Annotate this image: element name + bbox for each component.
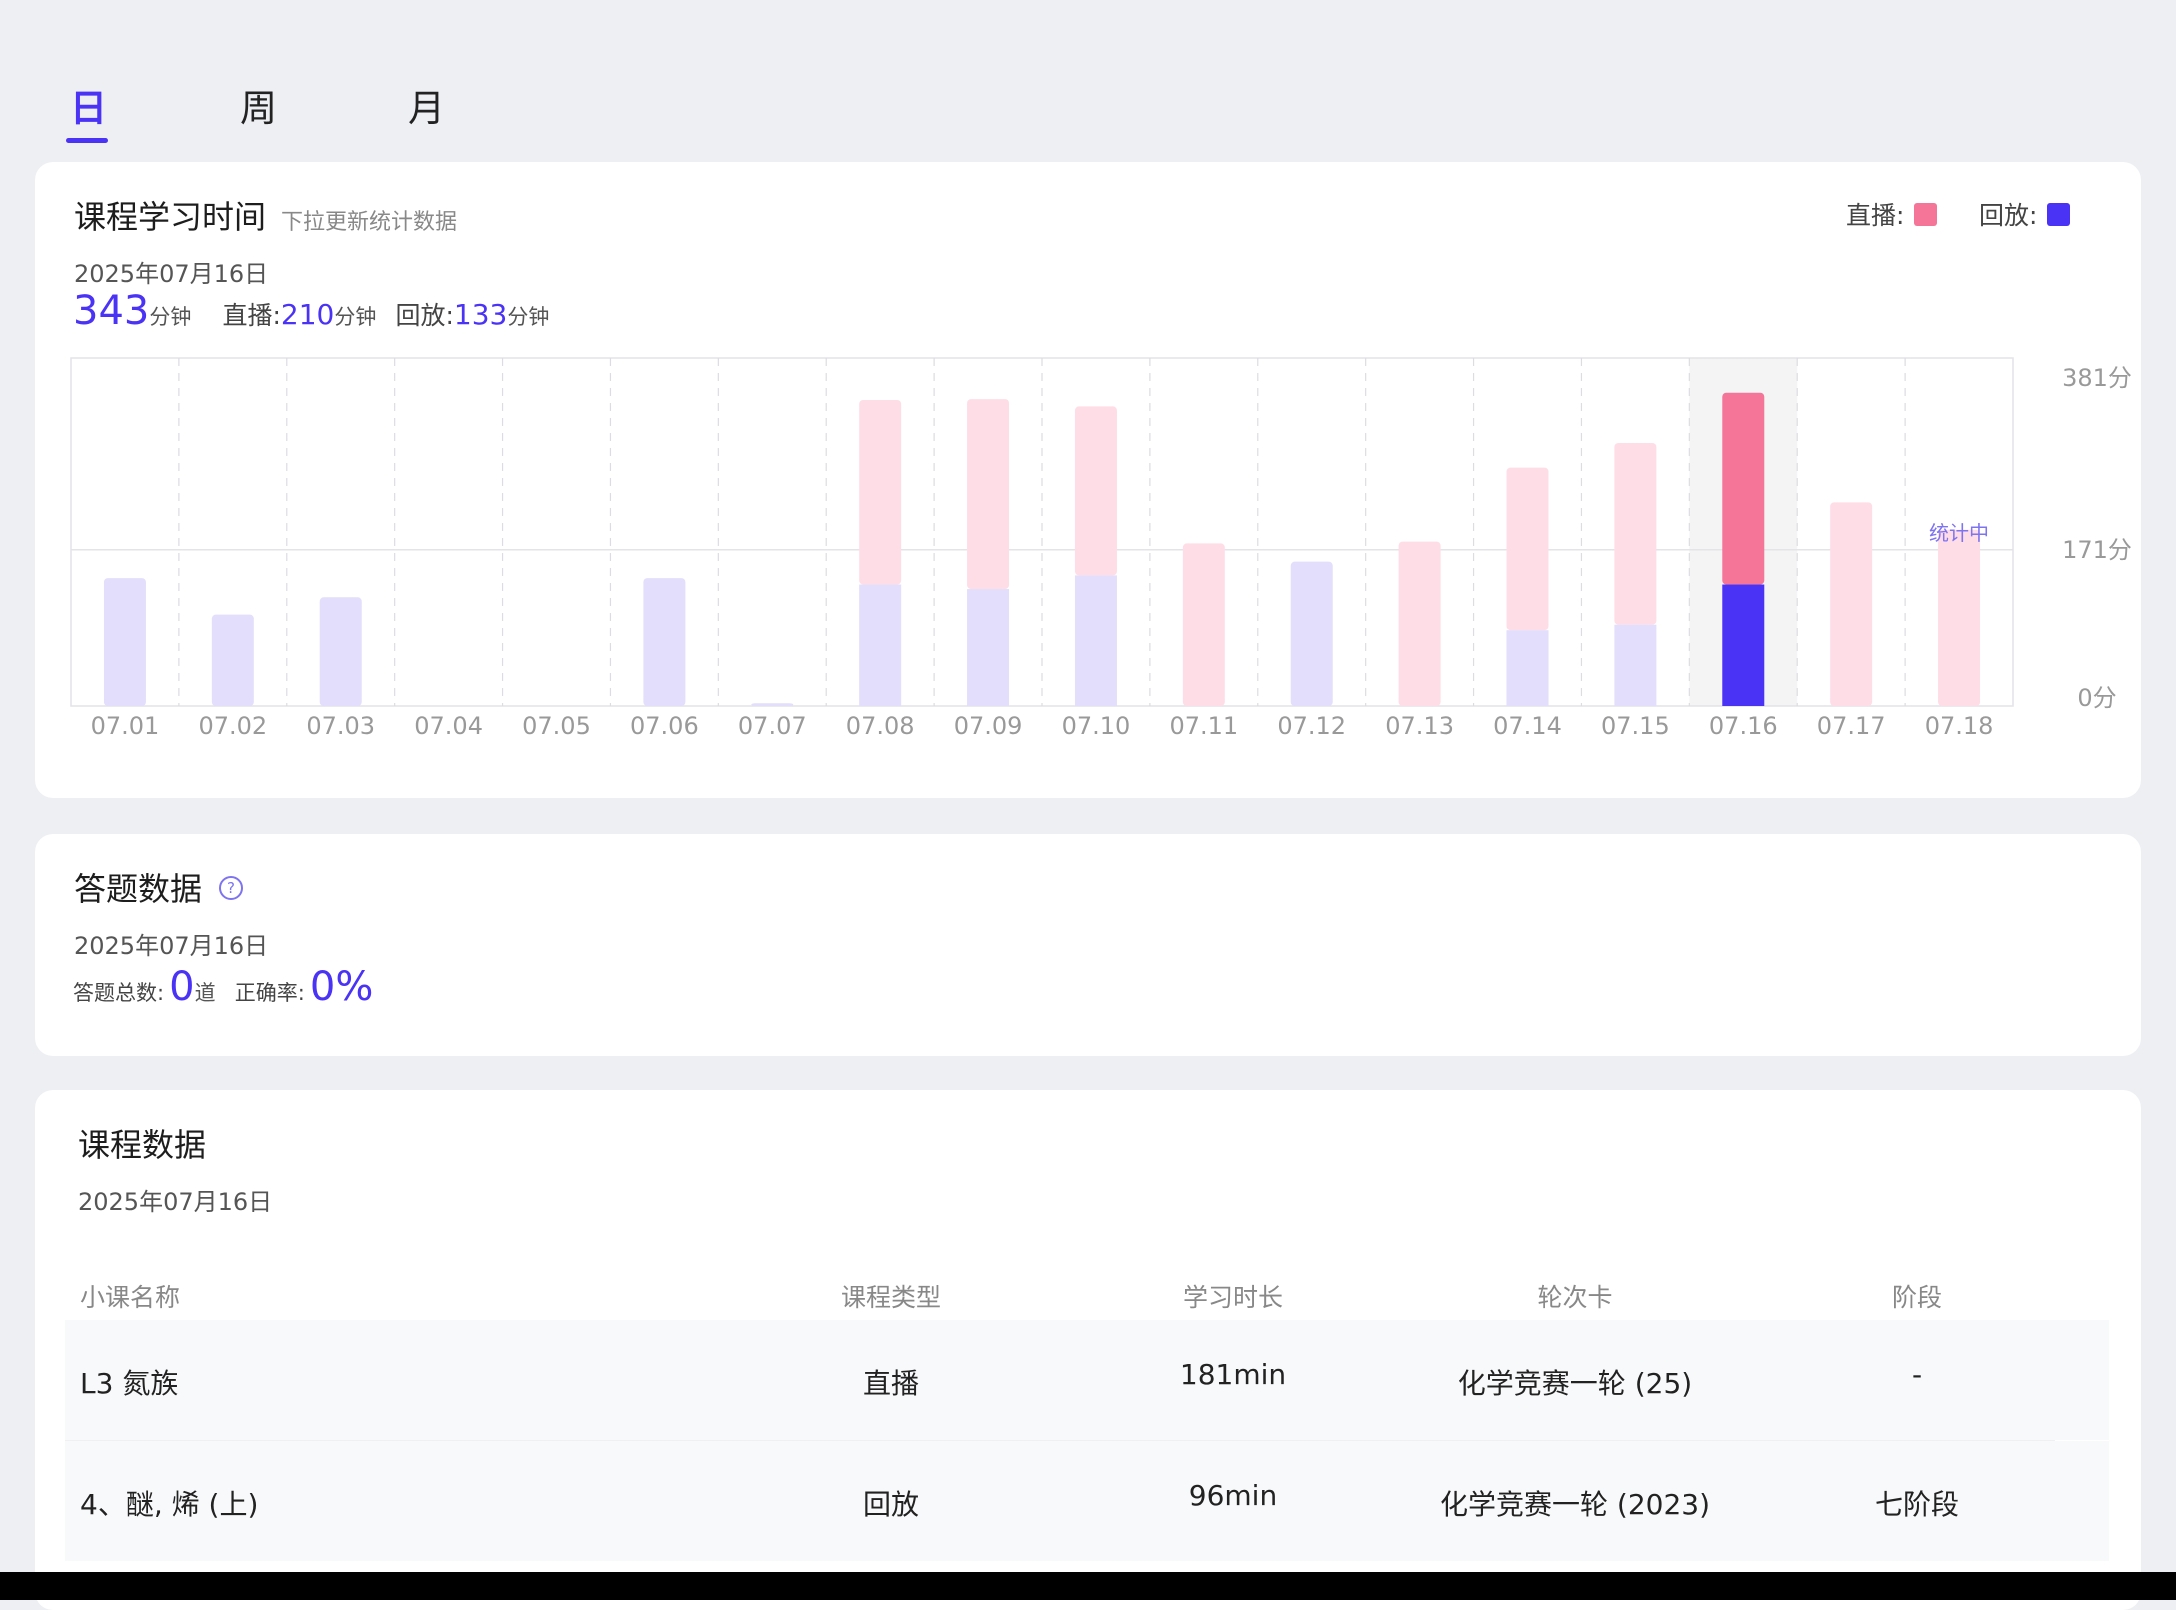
bar-replay (211, 614, 254, 706)
answer-data-card: 答题数据 ? 2025年07月16日 答题总数: 0道 正确率: 0% (35, 834, 2141, 1056)
x-tick-label: 07.12 (1277, 712, 1346, 740)
bar-live (1830, 502, 1873, 706)
in-progress-annotation: 统计中 (1929, 521, 1989, 545)
course-data-card: 课程数据 2025年07月16日 小课名称 课程类型 学习时长 轮次卡 阶段 L… (35, 1090, 2141, 1610)
x-tick-label: 07.14 (1493, 712, 1562, 740)
bar-live (1614, 442, 1657, 625)
course-type: 直播 (862, 1367, 920, 1400)
accuracy-label: 正确率: (234, 981, 305, 1005)
x-tick-label: 07.09 (954, 712, 1023, 740)
bar-replay (967, 589, 1010, 706)
bar-replay (1290, 561, 1333, 706)
tab-month[interactable]: 月 (408, 78, 445, 132)
table-row[interactable]: 4、醚, 烯 (上) 回放 96min 化学竞赛一轮 (2023) 七阶段 (65, 1441, 2109, 1561)
stage: 七阶段 (1874, 1488, 1960, 1521)
answer-total-unit: 道 (194, 981, 216, 1005)
lesson-name: 4、醚, 烯 (上) (80, 1488, 259, 1521)
bar-replay (319, 597, 362, 706)
x-tick-label: 07.02 (198, 712, 267, 740)
x-tick-label: 07.01 (91, 712, 160, 740)
x-tick-label: 07.18 (1925, 712, 1994, 740)
x-tick-label: 07.06 (630, 712, 699, 740)
bar-live (967, 399, 1010, 590)
y-tick-label: 381分 (2062, 364, 2132, 392)
answer-total-value: 0 (169, 964, 195, 1010)
x-tick-label: 07.08 (846, 712, 915, 740)
bar-replay (751, 703, 794, 706)
header-stage: 阶段 (1891, 1283, 1943, 1312)
x-tick-label: 07.13 (1385, 712, 1454, 740)
bar-replay (1614, 624, 1657, 706)
x-tick-label: 07.05 (522, 712, 591, 740)
tab-week[interactable]: 周 (240, 78, 277, 132)
bar-live (859, 400, 902, 585)
y-tick-label: 0分 (2077, 684, 2116, 712)
bar-live (1182, 543, 1225, 706)
study-duration: 181min (1179, 1358, 1287, 1391)
bar-live (1398, 541, 1441, 706)
accuracy-value: 0% (309, 964, 374, 1010)
course-type: 回放 (862, 1488, 920, 1521)
period-tabs: 日 周 月 (0, 70, 600, 150)
header-lesson-name: 小课名称 (80, 1283, 181, 1312)
answer-total-label: 答题总数: (73, 981, 165, 1005)
tab-day[interactable]: 日 (70, 78, 107, 132)
study-duration: 96min (1188, 1479, 1278, 1512)
x-tick-label: 07.11 (1169, 712, 1238, 740)
x-tick-label: 07.15 (1601, 712, 1670, 740)
bar-live (1506, 467, 1549, 631)
header-course-type: 课程类型 (840, 1283, 942, 1312)
x-tick-label: 07.16 (1709, 712, 1778, 740)
x-tick-label: 07.07 (738, 712, 807, 740)
bottom-bar (0, 1572, 2176, 1600)
bar-live (1938, 529, 1981, 706)
bar-replay (1722, 584, 1765, 706)
table-row[interactable]: L3 氮族 直播 181min 化学竞赛一轮 (25) - (65, 1320, 2109, 1440)
stage: - (1911, 1358, 1923, 1391)
bar-replay (103, 578, 146, 706)
active-tab-indicator (66, 138, 108, 143)
x-tick-label: 07.03 (306, 712, 375, 740)
lesson-name: L3 氮族 (80, 1367, 179, 1400)
round-card: 化学竞赛一轮 (2023) (1439, 1488, 1711, 1521)
x-tick-label: 07.04 (414, 712, 483, 740)
course-title: 课程数据 (78, 1126, 207, 1164)
study-time-card: 课程学习时间 下拉更新统计数据 直播: 回放: 2025年07月16日 343分… (35, 162, 2141, 798)
bar-replay (1506, 630, 1549, 706)
bar-live (1074, 406, 1117, 576)
bar-replay (859, 584, 902, 706)
round-card: 化学竞赛一轮 (25) (1457, 1367, 1693, 1400)
study-time-chart: 07.01 07.02 07.03 07.04 07.05 07.06 07.07 07.08… (70, 357, 2132, 740)
header-study-duration: 学习时长 (1182, 1283, 1284, 1312)
bar-replay (643, 578, 686, 706)
course-date: 2025年07月16日 (78, 1188, 273, 1216)
x-tick-label: 07.17 (1817, 712, 1886, 740)
answer-summary: 答题总数: 0道 正确率: 0% (73, 964, 373, 1010)
y-tick-label: 171分 (2062, 536, 2132, 564)
bar-live (1722, 392, 1765, 585)
answer-date: 2025年07月16日 (74, 932, 269, 960)
help-icon[interactable]: ? (219, 876, 243, 900)
x-tick-label: 07.10 (1062, 712, 1131, 740)
answer-title: 答题数据 (74, 870, 203, 908)
bar-replay (1074, 575, 1117, 706)
header-round-card: 轮次卡 (1537, 1283, 1613, 1312)
